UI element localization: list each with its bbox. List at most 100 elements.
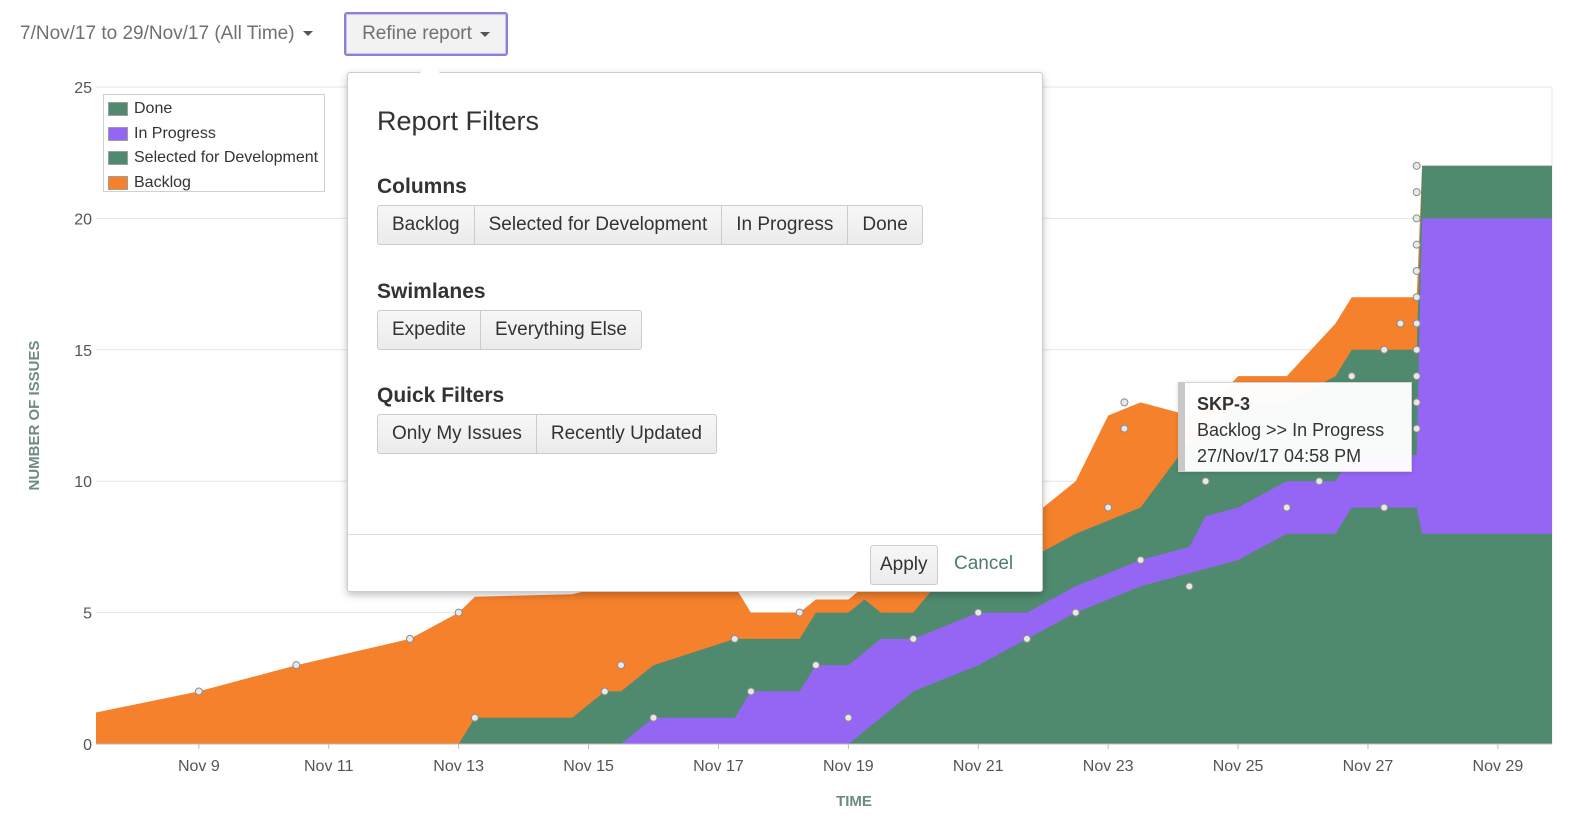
data-point-marker (1201, 477, 1210, 486)
y-tick-label: 25 (74, 80, 92, 97)
columns-button-group: Backlog Selected for Development In Prog… (377, 205, 923, 245)
quick-filters-heading: Quick Filters (377, 384, 505, 407)
data-point-marker (746, 687, 755, 696)
y-tick-label: 15 (74, 343, 92, 360)
data-point-marker (1412, 319, 1421, 328)
data-point-marker (470, 713, 479, 722)
legend-item-selected-for-development[interactable]: Selected for Development (108, 146, 320, 171)
columns-heading: Columns (377, 175, 467, 198)
data-point-marker (1412, 424, 1421, 433)
y-tick-label: 20 (74, 211, 92, 228)
legend-label: Selected for Development (134, 149, 319, 167)
data-point-marker (292, 661, 301, 670)
swimlanes-heading: Swimlanes (377, 280, 486, 303)
data-point-marker (649, 713, 658, 722)
data-point-marker (1412, 188, 1421, 197)
data-point-marker (1315, 477, 1324, 486)
data-point-marker (1282, 503, 1291, 512)
legend-item-backlog[interactable]: Backlog (108, 171, 320, 196)
swimlane-toggle-everything-else[interactable]: Everything Else (479, 310, 642, 350)
y-tick-label: 10 (74, 474, 92, 491)
legend-item-done[interactable]: Done (108, 97, 320, 122)
data-point-marker (1120, 424, 1129, 433)
data-point-marker (909, 634, 918, 643)
data-point-marker (1347, 372, 1356, 381)
column-toggle-in-progress[interactable]: In Progress (721, 205, 849, 245)
data-point-marker (617, 661, 626, 670)
legend-item-in-progress[interactable]: In Progress (108, 122, 320, 147)
data-point-marker (1412, 345, 1421, 354)
date-range-dropdown[interactable]: 7/Nov/17 to 29/Nov/17 (All Time) (20, 23, 313, 45)
data-point-marker (1380, 345, 1389, 354)
legend-label: Backlog (134, 173, 191, 191)
cancel-link[interactable]: Cancel (954, 553, 1013, 575)
legend-swatch (108, 151, 128, 166)
data-point-marker (1104, 503, 1113, 512)
data-point-marker (454, 608, 463, 617)
data-point-marker (1396, 319, 1405, 328)
data-point-marker (1412, 240, 1421, 249)
data-point-marker (405, 634, 414, 643)
data-point-marker (1412, 398, 1421, 407)
x-tick-label: Nov 17 (693, 758, 744, 775)
legend-label: In Progress (134, 124, 216, 142)
apply-button[interactable]: Apply (870, 545, 938, 585)
popup-footer-divider (348, 534, 1042, 535)
tooltip-issue-key: SKP-3 (1197, 394, 1251, 414)
x-tick-label: Nov 23 (1083, 758, 1134, 775)
legend-swatch (108, 126, 128, 141)
quick-filters-button-group: Only My Issues Recently Updated (377, 414, 717, 454)
data-point-marker (974, 608, 983, 617)
data-point-marker (1412, 266, 1421, 275)
column-toggle-done[interactable]: Done (847, 205, 923, 245)
x-tick-label: Nov 9 (178, 758, 220, 775)
data-point-marker (1412, 214, 1421, 223)
x-tick-label: Nov 19 (823, 758, 874, 775)
x-tick-label: Nov 11 (304, 758, 354, 775)
legend-swatch (108, 102, 128, 117)
refine-report-button[interactable]: Refine report (344, 12, 508, 56)
popup-title: Report Filters (377, 106, 540, 136)
x-tick-label: Nov 15 (563, 758, 614, 775)
x-tick-label: Nov 25 (1213, 758, 1264, 775)
tooltip-timestamp: 27/Nov/17 04:58 PM (1197, 446, 1362, 466)
x-tick-label: Nov 13 (433, 758, 484, 775)
swimlanes-button-group: Expedite Everything Else (377, 310, 642, 350)
swimlane-toggle-expedite[interactable]: Expedite (377, 310, 481, 350)
quick-filter-only-my-issues[interactable]: Only My Issues (377, 414, 537, 454)
data-point-marker (1412, 372, 1421, 381)
chevron-down-icon (302, 31, 313, 37)
refine-report-label: Refine report (362, 23, 472, 44)
y-axis-title: NUMBER OF ISSUES (26, 340, 43, 490)
data-point-marker (1412, 293, 1421, 302)
data-point-marker (1022, 634, 1031, 643)
data-point-marker (1412, 161, 1421, 170)
data-point-marker (1380, 503, 1389, 512)
chevron-down-icon (479, 31, 490, 37)
data-point-marker (811, 661, 820, 670)
data-point-marker (1120, 398, 1129, 407)
popup-arrow (420, 63, 440, 73)
data-point-marker (1136, 556, 1145, 565)
tooltip-transition: Backlog >> In Progress (1197, 420, 1385, 440)
x-tick-label: Nov 27 (1343, 758, 1394, 775)
data-point-marker (844, 713, 853, 722)
x-tick-label: Nov 29 (1473, 758, 1524, 775)
data-point-marker (194, 687, 203, 696)
quick-filter-recently-updated[interactable]: Recently Updated (535, 414, 717, 454)
legend-label: Done (134, 100, 173, 118)
date-range-label: 7/Nov/17 to 29/Nov/17 (All Time) (20, 23, 295, 44)
column-toggle-selected-for-development[interactable]: Selected for Development (473, 205, 723, 245)
column-toggle-backlog[interactable]: Backlog (377, 205, 475, 245)
data-point-marker (730, 634, 739, 643)
data-point-marker (1071, 608, 1080, 617)
report-toolbar: 7/Nov/17 to 29/Nov/17 (All Time) Refine … (0, 0, 1586, 70)
y-tick-label: 0 (83, 737, 92, 754)
x-tick-label: Nov 21 (953, 758, 1004, 775)
x-axis-title: TIME (836, 793, 872, 810)
data-point-marker (600, 687, 609, 696)
report-filters-popup: Report Filters Columns Backlog Selected … (347, 63, 1043, 592)
data-point-marker (1185, 582, 1194, 591)
chart-tooltip: SKP-3 Backlog >> In Progress 27/Nov/17 0… (1178, 382, 1412, 472)
data-point-marker (795, 608, 804, 617)
